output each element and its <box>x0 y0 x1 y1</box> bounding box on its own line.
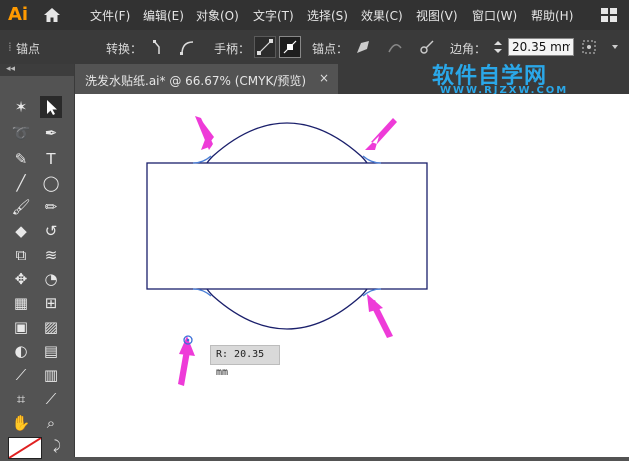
document-tab[interactable]: 洗发水贴纸.ai* @ 66.67% (CMYK/预览) × <box>75 64 338 94</box>
brush-icon[interactable]: 🖌 <box>10 196 32 218</box>
menu-object[interactable]: 对象(O) <box>196 7 239 24</box>
menu-file[interactable]: 文件(F) <box>90 7 130 24</box>
collapse-icon[interactable]: ◂◂ <box>6 64 15 74</box>
mesh-icon[interactable]: ⊞ <box>40 292 62 314</box>
hide-handles-button[interactable] <box>279 36 301 58</box>
artboard-canvas[interactable] <box>75 94 629 457</box>
home-icon[interactable] <box>42 5 62 25</box>
arrow-bottom-right <box>367 294 393 338</box>
menu-effect[interactable]: 效果(C) <box>361 7 403 24</box>
shape-builder-icon[interactable]: ◔ <box>40 268 62 290</box>
corner-radius-tooltip: R: 20.35 mm <box>210 345 280 378</box>
menu-type[interactable]: 文字(T) <box>253 7 294 24</box>
show-handles-button[interactable] <box>254 36 276 58</box>
corner-label: 边角： <box>450 42 487 56</box>
corner-radius-input[interactable] <box>508 38 574 56</box>
lasso-icon[interactable]: ➰ <box>10 122 32 144</box>
curvature-icon[interactable]: ✎ <box>10 148 32 170</box>
pin-icon[interactable]: ✥ <box>10 268 32 290</box>
eyedropper-icon[interactable]: ⟋ <box>10 364 32 386</box>
warp-icon[interactable]: ≋ <box>40 244 62 266</box>
rectangle-shape[interactable] <box>146 162 428 290</box>
perspective-icon[interactable]: ▦ <box>10 292 32 314</box>
live-corner-widget-center <box>186 338 190 342</box>
symbol-sprayer-icon[interactable]: ▤ <box>40 340 62 362</box>
slice-icon[interactable]: ⟋ <box>40 388 62 410</box>
gradient-icon[interactable]: ▣ <box>10 316 32 338</box>
convert-corner-icon[interactable] <box>150 38 168 56</box>
menu-select[interactable]: 选择(S) <box>307 7 348 24</box>
magic-wand-icon[interactable]: ✶ <box>10 96 32 118</box>
stepper-icon[interactable] <box>492 38 504 56</box>
ellipse-icon[interactable]: ◯ <box>40 172 62 194</box>
zoom-icon[interactable]: ⌕ <box>40 412 62 434</box>
tools-panel-header: ◂◂ <box>0 64 74 76</box>
scale-icon[interactable]: ⧉ <box>10 244 32 266</box>
handles-icon <box>257 39 273 55</box>
align-options-icon[interactable] <box>580 38 598 56</box>
blend-icon[interactable]: ▨ <box>40 316 62 338</box>
artwork <box>146 116 428 386</box>
anchor-point-label: 锚点： <box>312 42 349 56</box>
hand-icon[interactable]: ✋ <box>10 412 32 434</box>
top-arc-path[interactable] <box>206 122 368 164</box>
menu-window[interactable]: 窗口(W) <box>472 7 517 24</box>
menu-help[interactable]: 帮助(H) <box>531 7 573 24</box>
swap-colors-icon[interactable]: ⤸ <box>46 436 68 458</box>
remove-anchor-icon[interactable] <box>354 38 372 56</box>
menu-view[interactable]: 视图(V) <box>416 7 458 24</box>
menu-bar: Ai 文件(F) 编辑(E) 对象(O) 文字(T) 选择(S) 效果(C) 视… <box>0 0 629 30</box>
workspace-grid-icon[interactable] <box>601 8 617 22</box>
pencil-icon[interactable]: ✏ <box>40 196 62 218</box>
convert-label: 转换： <box>106 42 143 56</box>
handles-label: 手柄： <box>214 42 251 56</box>
document-tab-title: 洗发水贴纸.ai* @ 66.67% (CMYK/预览) <box>85 74 307 88</box>
live-paint-icon[interactable]: ◐ <box>10 340 32 362</box>
artboard-icon[interactable]: ⌗ <box>10 388 32 410</box>
eraser-icon[interactable]: ◆ <box>10 220 32 242</box>
pen-icon[interactable]: ✒ <box>40 122 62 144</box>
convert-smooth-icon[interactable] <box>178 38 196 56</box>
chart-icon[interactable]: ▥ <box>40 364 62 386</box>
grip-icon: ⁞ <box>8 40 12 54</box>
close-icon[interactable]: × <box>319 71 329 85</box>
handles-selected-icon <box>283 40 297 54</box>
anchor-label: 锚点 <box>16 42 41 56</box>
line-icon[interactable]: ╱ <box>10 172 32 194</box>
connect-points-icon[interactable] <box>386 38 404 56</box>
arrow-top-right <box>365 118 397 150</box>
type-icon[interactable]: T <box>40 148 62 170</box>
dropdown-icon[interactable] <box>606 38 624 56</box>
cut-path-icon[interactable] <box>418 38 436 56</box>
rotate-icon[interactable]: ↺ <box>40 220 62 242</box>
app-logo: Ai <box>8 4 29 25</box>
selection-tool-icon[interactable] <box>40 96 62 118</box>
fill-stroke-swatch[interactable] <box>8 437 42 459</box>
menu-edit[interactable]: 编辑(E) <box>143 7 184 24</box>
bottom-arc-path[interactable] <box>206 288 368 330</box>
